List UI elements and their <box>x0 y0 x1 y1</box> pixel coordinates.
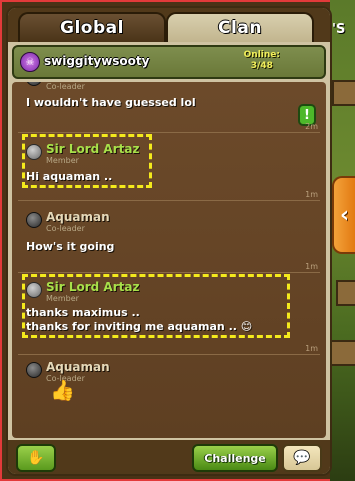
message-text: thanks for inviting me aquaman .. 😊 <box>26 320 253 333</box>
message-time: 1m <box>305 262 318 271</box>
challenge-button[interactable]: Challenge <box>192 444 278 472</box>
chat-panel: Global Clan ☠ swiggitywsooty Online: 3/4… <box>6 6 332 476</box>
avatar <box>26 282 42 298</box>
sender-role: Member <box>46 156 79 165</box>
hud-text: 'S <box>332 22 346 37</box>
online-status: Online: 3/48 <box>244 50 280 72</box>
sender-role: Co-leader <box>46 82 85 91</box>
sender-name[interactable]: Aquaman <box>46 360 110 374</box>
clan-header[interactable]: ☠ swiggitywsooty Online: 3/48 <box>12 45 326 79</box>
map-tile <box>336 280 355 306</box>
thumbs-up-emoji: 👍 <box>50 378 75 402</box>
divider <box>18 272 320 273</box>
sender-name[interactable]: Aquaman <box>46 210 110 224</box>
tab-global[interactable]: Global <box>18 12 166 42</box>
online-count: 3/48 <box>250 61 273 71</box>
chat-bubble-icon: 💬 <box>293 450 311 466</box>
message-text: thanks maximus .. <box>26 306 140 319</box>
sender-role: Member <box>46 294 79 303</box>
message-text: How's it going <box>26 240 115 253</box>
donate-icon: ✋ <box>27 450 45 466</box>
map-tile <box>332 80 355 106</box>
tab-clan[interactable]: Clan <box>166 12 314 42</box>
clan-badge-icon: ☠ <box>20 52 40 72</box>
message-text: I wouldn't have guessed lol <box>26 96 196 109</box>
collapse-chat-toggle[interactable]: ‹ <box>332 176 355 254</box>
sender-role: Co-leader <box>46 224 85 233</box>
avatar <box>26 82 42 86</box>
divider <box>18 354 320 355</box>
message-time: 2m <box>305 122 318 131</box>
donate-button[interactable]: ✋ <box>16 444 56 472</box>
avatar <box>26 144 42 160</box>
avatar <box>26 362 42 378</box>
bottom-toolbar: ✋ Challenge 💬 <box>8 440 330 474</box>
sender-name[interactable]: Sir Lord Artaz <box>46 142 139 156</box>
chat-messages[interactable]: Co-leader I wouldn't have guessed lol ! … <box>12 82 326 438</box>
tab-bar: Global Clan <box>8 8 330 42</box>
online-label: Online: <box>243 50 280 60</box>
message-time: 1m <box>305 190 318 199</box>
chevron-left-icon: ‹ <box>339 202 350 228</box>
sender-name[interactable]: Sir Lord Artaz <box>46 280 139 294</box>
chat-button[interactable]: 💬 <box>282 444 322 472</box>
clan-name: swiggitywsooty <box>44 54 150 68</box>
message-time: 1m <box>305 344 318 353</box>
message-text: Hi aquaman .. <box>26 170 113 183</box>
divider <box>18 200 320 201</box>
divider <box>18 132 320 133</box>
map-tile <box>330 340 355 366</box>
avatar <box>26 212 42 228</box>
